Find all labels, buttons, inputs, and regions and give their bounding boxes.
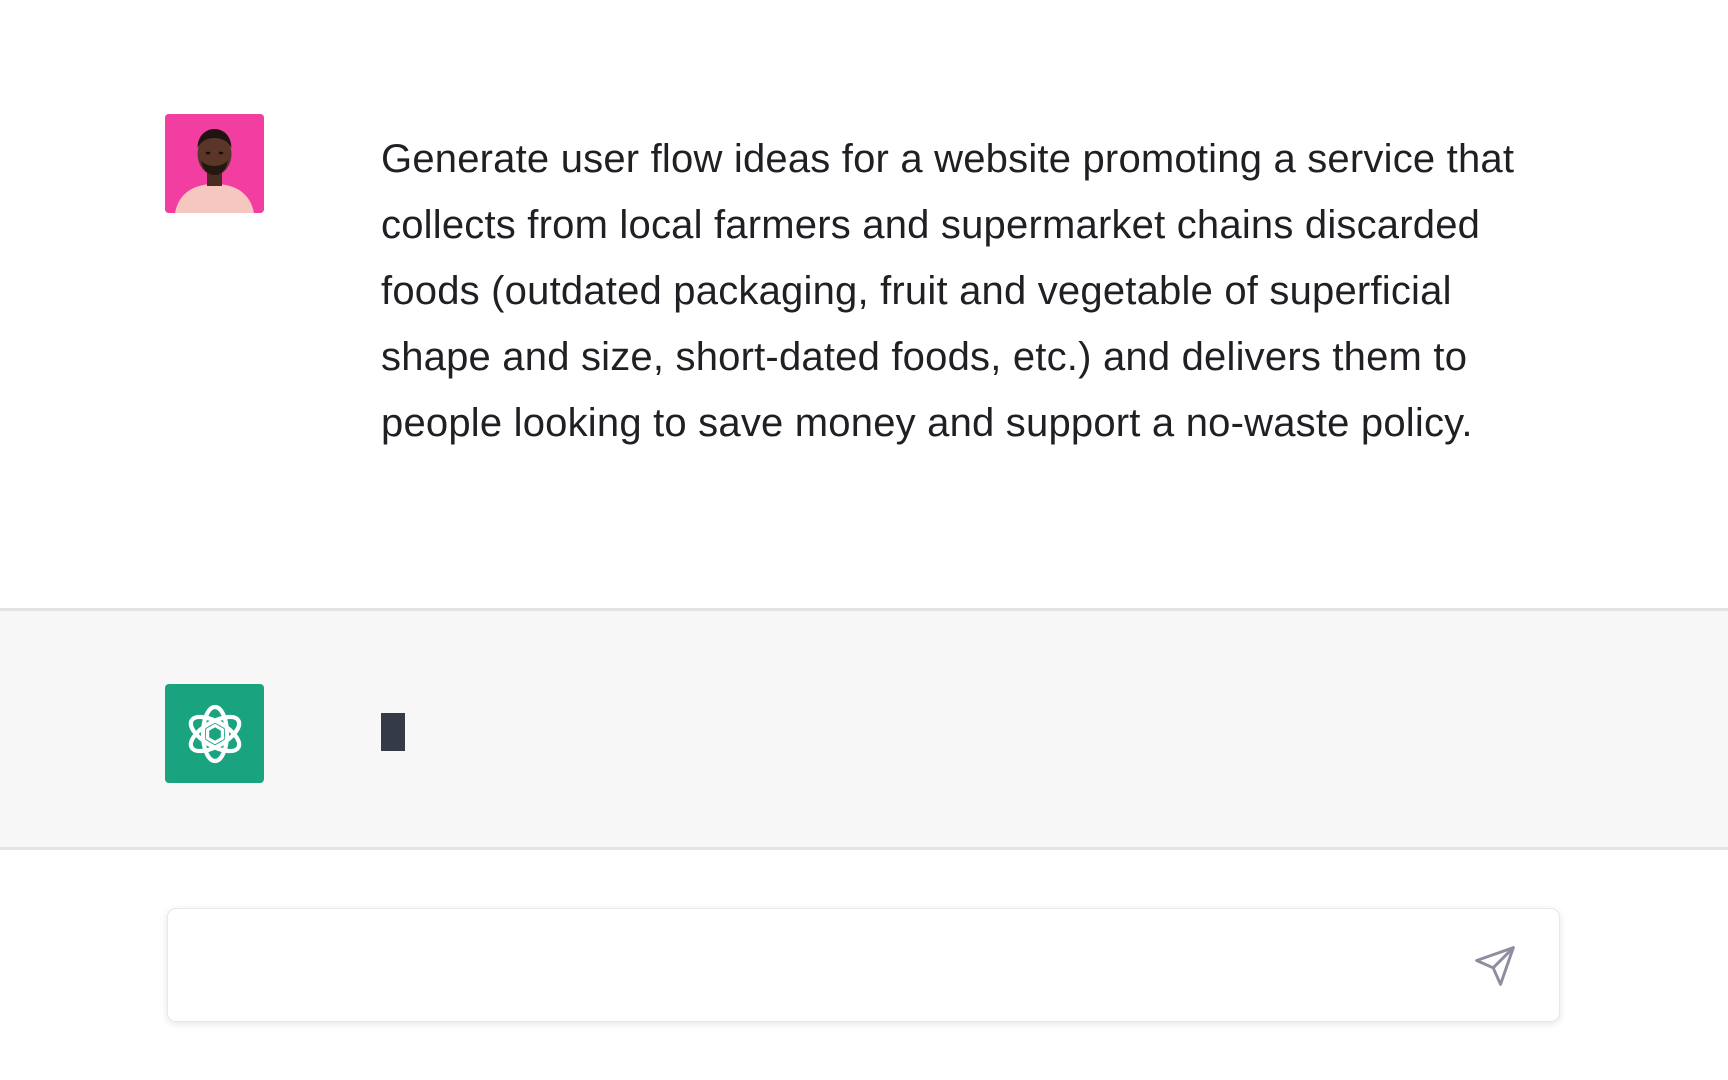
message-input[interactable] [198, 939, 1432, 995]
typing-cursor [381, 713, 405, 751]
chat-page: Generate user flow ideas for a website p… [0, 0, 1728, 1080]
message-composer[interactable] [167, 908, 1560, 1022]
user-message-text: Generate user flow ideas for a website p… [381, 137, 1515, 445]
user-avatar-photo-icon [165, 114, 264, 213]
assistant-avatar [165, 684, 264, 783]
send-icon [1475, 946, 1515, 986]
user-avatar [165, 114, 264, 213]
openai-logo-icon [188, 704, 241, 763]
user-message-row: Generate user flow ideas for a website p… [0, 0, 1728, 608]
send-button[interactable] [1471, 942, 1519, 990]
assistant-message-row [0, 608, 1728, 850]
